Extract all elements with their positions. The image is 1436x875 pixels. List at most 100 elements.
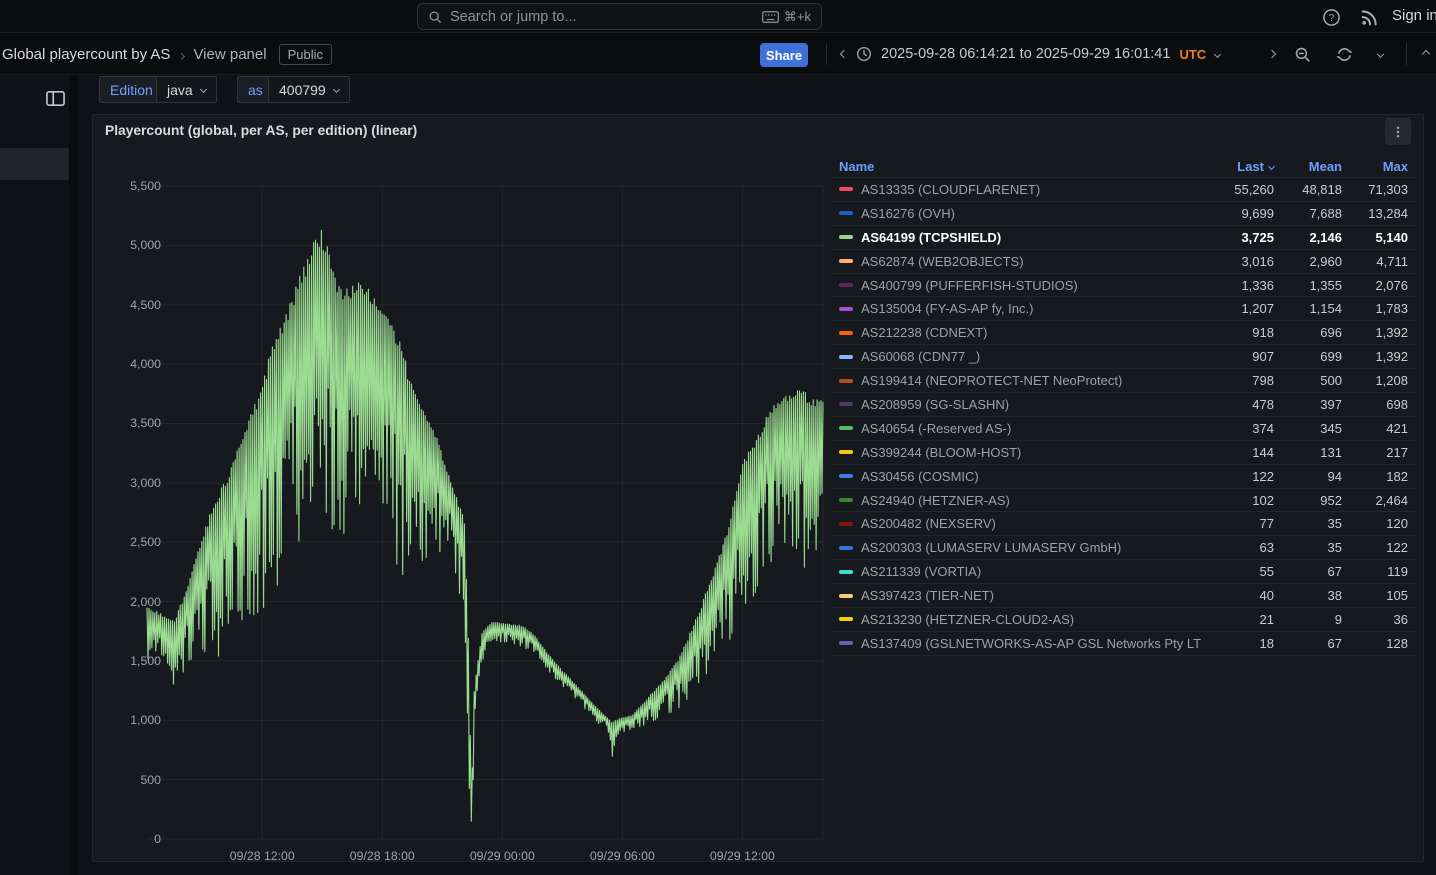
news-rss-icon[interactable] — [1358, 6, 1380, 28]
legend-row[interactable]: AS62874 (WEB2OBJECTS)3,0162,9604,711 — [831, 250, 1417, 274]
legend-row[interactable]: AS30456 (COSMIC)12294182 — [831, 465, 1417, 489]
y-axis-label: 5,000 — [101, 238, 161, 252]
series-mean-value: 35 — [1274, 516, 1342, 531]
series-mean-value: 2,960 — [1274, 254, 1342, 269]
legend-col-max[interactable]: Max — [1342, 159, 1408, 174]
sidebar-item-active[interactable] — [0, 148, 69, 180]
legend-row[interactable]: AS60068 (CDN77 _)9076991,392 — [831, 345, 1417, 369]
time-range-text: 2025-09-28 06:14:21 to 2025-09-29 16:01:… — [881, 46, 1170, 62]
legend-rows: AS13335 (CLOUDFLARENET)55,26048,81871,30… — [831, 178, 1417, 656]
share-button[interactable]: Share — [760, 43, 808, 67]
legend-header: NameLastMeanMax — [831, 155, 1417, 178]
series-color-swatch — [839, 498, 853, 502]
sidebar-toggle-icon[interactable] — [44, 90, 66, 110]
legend-col-mean[interactable]: Mean — [1274, 159, 1342, 174]
legend-row[interactable]: AS397423 (TIER-NET)4038105 — [831, 584, 1417, 608]
series-name: AS200482 (NEXSERV) — [831, 516, 1202, 531]
legend-row[interactable]: AS200482 (NEXSERV)7735120 — [831, 512, 1417, 536]
grafana-app: Search or jump to... ⌘+k ? Sign in Globa… — [0, 0, 1436, 875]
time-range-picker[interactable]: 2025-09-28 06:14:21 to 2025-09-29 16:01:… — [856, 41, 1220, 67]
filter-edition-label: Edition — [99, 76, 164, 103]
series-last-value: 798 — [1202, 373, 1274, 388]
series-color-swatch — [839, 570, 853, 574]
legend-row[interactable]: AS211339 (VORTIA)5567119 — [831, 560, 1417, 584]
sidebar-divider — [69, 75, 78, 875]
series-name: AS400799 (PUFFERFISH-STUDIOS) — [831, 278, 1202, 293]
legend-row[interactable]: AS199414 (NEOPROTECT-NET NeoProtect)7985… — [831, 369, 1417, 393]
x-axis-label: 09/29 06:00 — [572, 849, 672, 863]
series-color-swatch — [839, 617, 853, 621]
zoom-out-icon[interactable] — [1290, 43, 1314, 65]
y-axis-label: 3,000 — [101, 476, 161, 490]
series-color-swatch — [839, 235, 853, 239]
timeseries-panel: Playercount (global, per AS, per edition… — [92, 114, 1424, 862]
series-name: AS213230 (HETZNER-CLOUD2-AS) — [831, 612, 1202, 627]
series-last-value: 55 — [1202, 564, 1274, 579]
series-name: AS212238 (CDNEXT) — [831, 325, 1202, 340]
timeseries-chart[interactable]: 05001,0001,5002,0002,5003,0003,5004,0004… — [93, 115, 833, 863]
y-axis-label: 3,500 — [101, 416, 161, 430]
legend-row[interactable]: AS40654 (-Reserved AS-)374345421 — [831, 417, 1417, 441]
legend-row[interactable]: AS24940 (HETZNER-AS)1029522,464 — [831, 489, 1417, 513]
panel-toolbar: Global playercount by AS View panel Publ… — [0, 33, 1436, 75]
series-name: AS397423 (TIER-NET) — [831, 588, 1202, 603]
legend-row[interactable]: AS64199 (TCPSHIELD)3,7252,1465,140 — [831, 226, 1417, 250]
chevron-down-icon — [333, 86, 340, 93]
series-color-swatch — [839, 450, 853, 454]
refresh-interval-dropdown-icon[interactable] — [1370, 43, 1390, 65]
legend-col-name[interactable]: Name — [839, 159, 1202, 174]
sign-in-link[interactable]: Sign in — [1392, 7, 1436, 24]
series-mean-value: 9 — [1274, 612, 1342, 627]
series-color-swatch — [839, 211, 853, 215]
public-badge: Public — [279, 44, 332, 65]
series-max-value: 71,303 — [1342, 182, 1408, 197]
series-name: AS13335 (CLOUDFLARENET) — [831, 182, 1202, 197]
breadcrumb-view-panel: View panel — [193, 46, 266, 63]
series-last-value: 907 — [1202, 349, 1274, 364]
series-max-value: 119 — [1342, 564, 1408, 579]
series-name: AS211339 (VORTIA) — [831, 564, 1202, 579]
series-last-value: 77 — [1202, 516, 1274, 531]
legend-row[interactable]: AS200303 (LUMASERV LUMASERV GmbH)6335122 — [831, 536, 1417, 560]
time-back-icon[interactable] — [834, 43, 854, 65]
legend-row[interactable]: AS213230 (HETZNER-CLOUD2-AS)21936 — [831, 608, 1417, 632]
series-mean-value: 696 — [1274, 325, 1342, 340]
panel-menu-kebab-icon[interactable] — [1385, 118, 1411, 145]
series-name: AS62874 (WEB2OBJECTS) — [831, 254, 1202, 269]
legend-col-last[interactable]: Last — [1202, 159, 1274, 174]
series-last-value: 102 — [1202, 493, 1274, 508]
series-mean-value: 35 — [1274, 540, 1342, 555]
series-name: AS200303 (LUMASERV LUMASERV GmbH) — [831, 540, 1202, 555]
series-last-value: 18 — [1202, 636, 1274, 651]
legend-row[interactable]: AS208959 (SG-SLASHN)478397698 — [831, 393, 1417, 417]
filter-edition-select[interactable]: java — [156, 76, 217, 103]
series-name: AS40654 (-Reserved AS-) — [831, 421, 1202, 436]
help-icon[interactable]: ? — [1320, 6, 1342, 28]
legend-row[interactable]: AS135004 (FY-AS-AP fy, Inc.)1,2071,1541,… — [831, 297, 1417, 321]
series-name: AS30456 (COSMIC) — [831, 469, 1202, 484]
collapse-toolbar-icon[interactable] — [1416, 43, 1436, 65]
filter-as-select[interactable]: 400799 — [268, 76, 350, 103]
breadcrumb-dashboard[interactable]: Global playercount by AS — [2, 46, 170, 63]
series-last-value: 122 — [1202, 469, 1274, 484]
series-mean-value: 345 — [1274, 421, 1342, 436]
search-input[interactable]: Search or jump to... ⌘+k — [417, 3, 822, 30]
series-color-swatch — [839, 259, 853, 263]
series-mean-value: 1,355 — [1274, 278, 1342, 293]
x-axis-label: 09/29 12:00 — [692, 849, 792, 863]
series-mean-value: 500 — [1274, 373, 1342, 388]
series-max-value: 105 — [1342, 588, 1408, 603]
time-forward-icon[interactable] — [1262, 43, 1282, 65]
legend-row[interactable]: AS400799 (PUFFERFISH-STUDIOS)1,3361,3552… — [831, 274, 1417, 298]
legend-row[interactable]: AS16276 (OVH)9,6997,68813,284 — [831, 202, 1417, 226]
legend-row[interactable]: AS137409 (GSLNETWORKS-AS-AP GSL Networks… — [831, 632, 1417, 656]
refresh-icon[interactable] — [1332, 43, 1356, 65]
legend-row[interactable]: AS212238 (CDNEXT)9186961,392 — [831, 321, 1417, 345]
breadcrumb-separator-icon — [179, 46, 184, 63]
legend-row[interactable]: AS399244 (BLOOM-HOST)144131217 — [831, 441, 1417, 465]
series-color-swatch — [839, 641, 853, 645]
svg-text:?: ? — [1328, 13, 1334, 24]
search-placeholder: Search or jump to... — [450, 9, 754, 25]
legend-row[interactable]: AS13335 (CLOUDFLARENET)55,26048,81871,30… — [831, 178, 1417, 202]
toolbar-divider — [1406, 43, 1407, 65]
